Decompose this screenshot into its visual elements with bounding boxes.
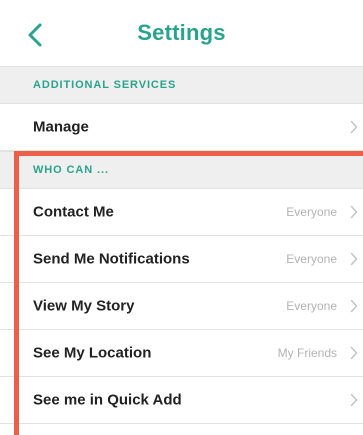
section-header-who-can: WHO CAN ... <box>0 151 363 189</box>
settings-row-see-me-in-quick-add[interactable]: See me in Quick Add <box>0 377 363 424</box>
section-header-label: WHO CAN ... <box>33 164 109 176</box>
row-label: See me in Quick Add <box>33 391 182 409</box>
page-title: Settings <box>137 20 226 45</box>
chevron-right-icon <box>350 299 358 313</box>
chevron-right-icon <box>350 120 358 134</box>
settings-screen: Settings ADDITIONAL SERVICES Manage WHO … <box>0 0 363 435</box>
row-value: Everyone <box>286 252 337 266</box>
row-label: View My Story <box>33 297 135 315</box>
row-label: Manage <box>33 118 89 136</box>
settings-row-see-my-location[interactable]: See My Location My Friends <box>0 330 363 377</box>
row-value: Everyone <box>286 299 337 313</box>
section-header-additional-services: ADDITIONAL SERVICES <box>0 66 363 104</box>
chevron-right-icon <box>350 252 358 266</box>
row-label: See My Location <box>33 344 152 362</box>
settings-row-manage[interactable]: Manage <box>0 104 363 151</box>
settings-row-view-my-story[interactable]: View My Story Everyone <box>0 283 363 330</box>
row-label: Contact Me <box>33 203 114 221</box>
chevron-right-icon <box>350 205 358 219</box>
chevron-right-icon <box>350 346 358 360</box>
row-label: Send Me Notifications <box>33 250 190 268</box>
settings-row-contact-me[interactable]: Contact Me Everyone <box>0 189 363 236</box>
settings-row-send-me-notifications[interactable]: Send Me Notifications Everyone <box>0 236 363 283</box>
chevron-right-icon <box>350 393 358 407</box>
row-value: My Friends <box>277 346 337 360</box>
row-value: Everyone <box>286 205 337 219</box>
navigation-bar: Settings <box>0 0 363 66</box>
section-header-label: ADDITIONAL SERVICES <box>33 79 177 91</box>
